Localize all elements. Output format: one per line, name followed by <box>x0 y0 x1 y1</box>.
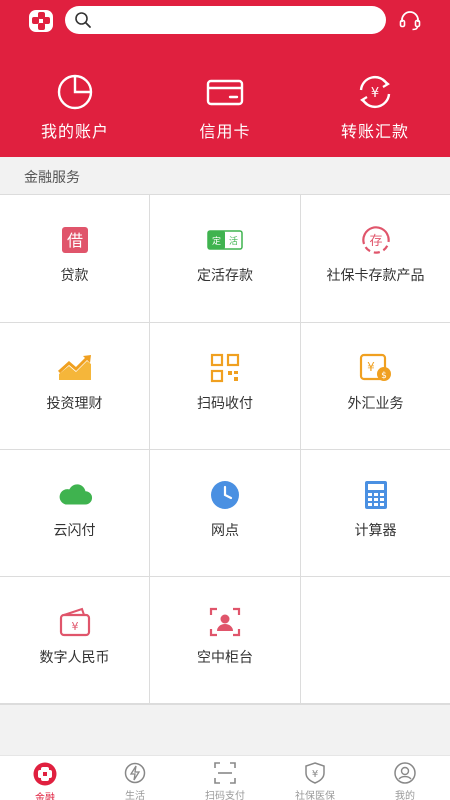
loan-icon: 借 <box>61 227 88 253</box>
service-investment[interactable]: 投资理财 <box>0 323 149 449</box>
service-label: 外汇业务 <box>347 396 404 412</box>
service-calculator[interactable]: 计算器 <box>301 450 450 576</box>
service-digital-yuan[interactable]: ¥ 数字人民币 <box>0 577 149 703</box>
service-label: 云闪付 <box>53 523 96 539</box>
section-title: 金融服务 <box>0 157 450 194</box>
service-empty-slot <box>301 577 450 703</box>
tab-label: 生活 <box>125 791 145 800</box>
svg-text:$: $ <box>381 371 387 381</box>
service-video-counter[interactable]: 空中柜台 <box>150 577 300 703</box>
quick-label: 转账汇款 <box>340 122 409 141</box>
tab-label: 社保医保 <box>295 791 335 800</box>
service-label: 社保卡存款产品 <box>326 268 425 284</box>
finance-icon <box>33 762 57 786</box>
tab-label: 扫码支付 <box>205 791 245 800</box>
header: 我的账户 信用卡 ¥ 转账汇款 <box>0 0 450 157</box>
forex-icon: ¥ $ <box>359 353 391 381</box>
headset-icon[interactable] <box>398 8 422 32</box>
service-label: 定活存款 <box>197 268 253 284</box>
digital-yuan-wallet-icon: ¥ <box>59 607 90 637</box>
service-label: 空中柜台 <box>197 650 253 666</box>
tab-scan-pay[interactable]: 扫码支付 <box>180 756 270 800</box>
service-forex[interactable]: ¥ $ 外汇业务 <box>301 323 450 449</box>
qr-code-icon <box>210 353 240 383</box>
search-input[interactable] <box>97 10 377 30</box>
service-label: 数字人民币 <box>39 650 110 666</box>
tab-profile[interactable]: 我的 <box>360 756 450 800</box>
svg-text:¥: ¥ <box>71 620 78 633</box>
insurance-icon: ¥ <box>305 762 325 784</box>
service-social-card-deposit[interactable]: 存 社保卡存款产品 <box>301 195 450 322</box>
bottom-tab-bar: 金融 生活 扫码支付 ¥ 社保医保 我的 <box>0 755 450 800</box>
quick-my-account[interactable]: 我的账户 <box>0 72 150 142</box>
svg-text:活: 活 <box>229 235 238 247</box>
service-branch[interactable]: 网点 <box>150 450 300 576</box>
service-cloud-pay[interactable]: 云闪付 <box>0 450 149 576</box>
services-grid: 借 贷款 定 活 定活存款 存 社保卡存款产品 投资理财 扫码收付 ¥ $ 外汇… <box>0 194 450 705</box>
svg-text:¥: ¥ <box>371 86 379 101</box>
scan-icon <box>214 762 236 784</box>
service-qr-pay[interactable]: 扫码收付 <box>150 323 300 449</box>
credit-card-icon <box>206 79 244 106</box>
deposit-icon: 定 活 <box>207 230 243 250</box>
tab-finance[interactable]: 金融 <box>0 756 90 800</box>
tab-insurance[interactable]: ¥ 社保医保 <box>270 756 360 800</box>
service-label: 扫码收付 <box>197 396 253 412</box>
calculator-icon <box>364 481 387 509</box>
svg-text:¥: ¥ <box>312 769 318 780</box>
social-card-deposit-icon: 存 <box>361 226 390 254</box>
tab-label: 我的 <box>395 791 415 800</box>
pie-chart-icon <box>57 74 93 110</box>
search-icon <box>75 12 91 28</box>
svg-text:定: 定 <box>212 235 221 247</box>
video-counter-icon <box>209 607 241 637</box>
cloud-icon <box>59 484 92 505</box>
deposit-badge-text: 存 <box>369 234 382 249</box>
quick-label: 我的账户 <box>40 122 109 141</box>
investment-icon <box>57 355 91 380</box>
bank-logo-icon[interactable] <box>29 10 53 32</box>
tab-label: 金融 <box>35 793 55 800</box>
service-label: 贷款 <box>60 268 89 284</box>
svg-text:¥: ¥ <box>367 360 375 374</box>
service-label: 投资理财 <box>46 396 103 412</box>
service-loan[interactable]: 借 贷款 <box>0 195 149 322</box>
transfer-yuan-icon: ¥ <box>359 75 391 109</box>
service-label: 计算器 <box>354 523 397 539</box>
quick-transfer[interactable]: ¥ 转账汇款 <box>300 72 450 142</box>
tab-life[interactable]: 生活 <box>90 756 180 800</box>
loan-badge-text: 借 <box>66 231 82 250</box>
quick-label: 信用卡 <box>199 122 251 141</box>
search-bar[interactable] <box>65 6 386 34</box>
clock-icon <box>211 481 239 509</box>
quick-credit-card[interactable]: 信用卡 <box>150 72 300 142</box>
service-deposit[interactable]: 定 活 定活存款 <box>150 195 300 322</box>
life-icon <box>124 762 146 784</box>
service-label: 网点 <box>211 523 239 539</box>
profile-icon <box>394 762 416 784</box>
